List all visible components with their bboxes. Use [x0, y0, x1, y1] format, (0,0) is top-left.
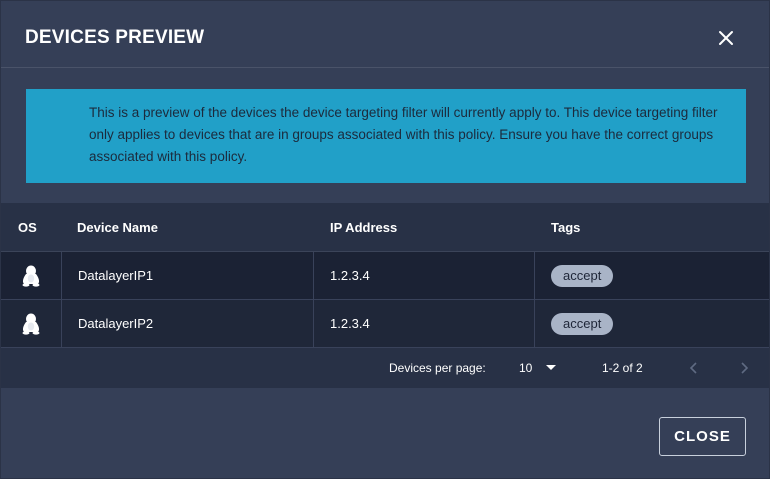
table-row[interactable]: DatalayerIP2 1.2.3.4 accept — [1, 300, 769, 348]
per-page-label: Devices per page: — [389, 361, 486, 375]
chevron-left-icon[interactable] — [686, 360, 702, 376]
os-cell — [1, 300, 62, 348]
device-name: DatalayerIP1 — [78, 268, 154, 283]
devices-preview-dialog: DEVICES PREVIEW This is a preview of the… — [0, 0, 770, 479]
ip-cell: 1.2.3.4 — [314, 252, 535, 300]
ip-address: 1.2.3.4 — [330, 316, 370, 331]
column-header-os[interactable]: OS — [18, 220, 37, 235]
chevron-right-icon[interactable] — [736, 360, 752, 376]
dialog-title: DEVICES PREVIEW — [25, 27, 205, 48]
ip-cell: 1.2.3.4 — [314, 300, 535, 348]
table-header: OS Device Name IP Address Tags — [1, 203, 769, 252]
column-header-device-name[interactable]: Device Name — [77, 220, 158, 235]
close-icon[interactable] — [713, 25, 739, 51]
chevron-down-icon[interactable] — [546, 365, 556, 370]
linux-tux-icon — [22, 313, 40, 335]
tag-chip: accept — [551, 265, 614, 287]
page-range: 1-2 of 2 — [602, 361, 643, 375]
close-button[interactable]: CLOSE — [659, 417, 746, 456]
column-header-ip-address[interactable]: IP Address — [330, 220, 397, 235]
device-name: DatalayerIP2 — [78, 316, 154, 331]
info-banner: This is a preview of the devices the dev… — [26, 89, 746, 183]
per-page-select[interactable]: 10 — [519, 361, 532, 375]
device-name-cell: DatalayerIP1 — [62, 252, 314, 300]
devices-table: OS Device Name IP Address Tags Datalayer… — [1, 203, 769, 388]
dialog-header: DEVICES PREVIEW — [1, 1, 769, 68]
linux-tux-icon — [22, 265, 40, 287]
device-name-cell: DatalayerIP2 — [62, 300, 314, 348]
pagination-bar: Devices per page: 10 1-2 of 2 — [1, 348, 769, 388]
os-cell — [1, 252, 62, 300]
tags-cell: accept — [535, 300, 769, 348]
column-header-tags[interactable]: Tags — [551, 220, 580, 235]
tags-cell: accept — [535, 252, 769, 300]
table-row[interactable]: DatalayerIP1 1.2.3.4 accept — [1, 252, 769, 300]
tag-chip: accept — [551, 313, 614, 335]
ip-address: 1.2.3.4 — [330, 268, 370, 283]
